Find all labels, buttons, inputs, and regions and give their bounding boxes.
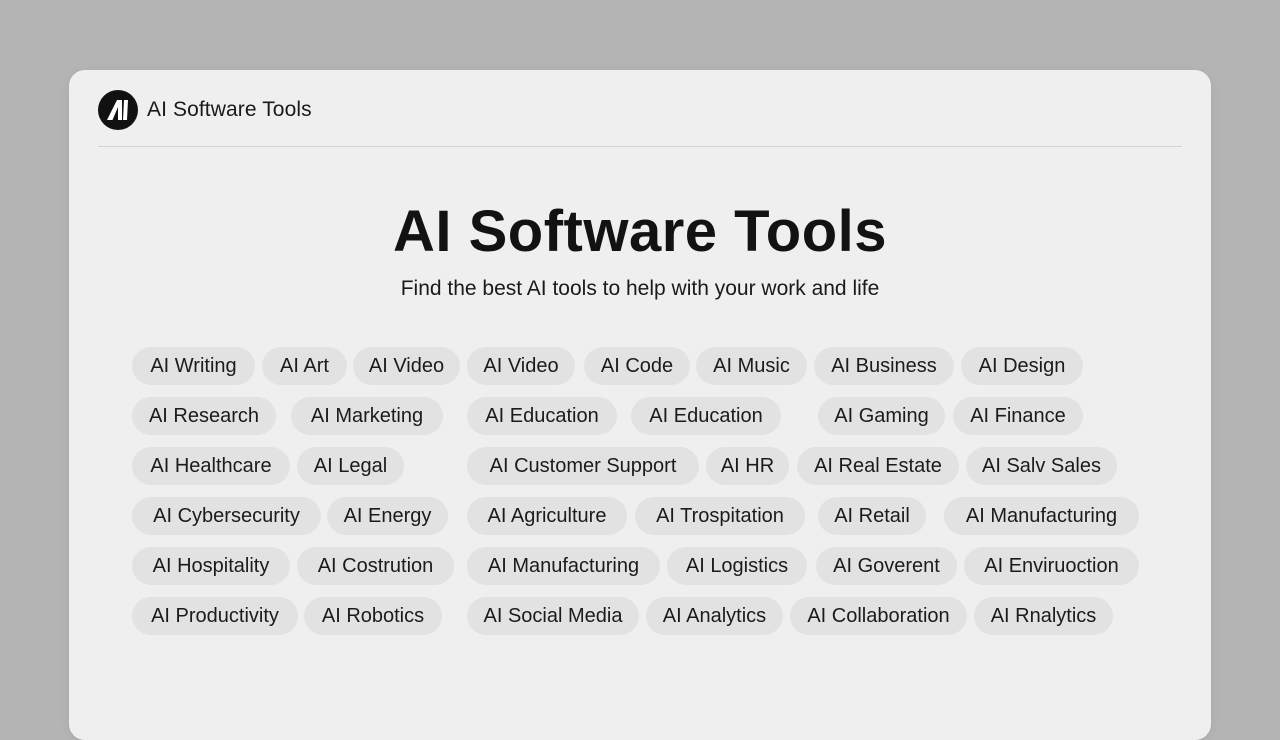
category-chip[interactable]: AI Education — [467, 397, 617, 435]
category-chip[interactable]: AI Manufacturing — [467, 547, 660, 585]
brand-name[interactable]: AI Software Tools — [147, 98, 312, 122]
category-chip[interactable]: AI Social Media — [467, 597, 639, 635]
category-chip[interactable]: AI Enviruoction — [964, 547, 1139, 585]
category-chip[interactable]: AI Goverent — [816, 547, 957, 585]
category-chip[interactable]: AI HR — [706, 447, 789, 485]
category-chip[interactable]: AI Music — [696, 347, 807, 385]
category-chip[interactable]: AI Energy — [327, 497, 448, 535]
category-chip[interactable]: AI Robotics — [304, 597, 442, 635]
ai-logo-icon[interactable] — [98, 90, 138, 130]
category-chip[interactable]: AI Logistics — [667, 547, 807, 585]
category-chip[interactable]: AI Code — [584, 347, 690, 385]
category-chip[interactable]: AI Video — [467, 347, 575, 385]
category-chip[interactable]: AI Writing — [132, 347, 255, 385]
top-bar: AI Software Tools — [98, 70, 1182, 147]
category-chip[interactable]: AI Gaming — [818, 397, 945, 435]
category-chip[interactable]: AI Productivity — [132, 597, 298, 635]
category-chip[interactable]: AI Finance — [953, 397, 1083, 435]
category-chip[interactable]: AI Cybersecurity — [132, 497, 321, 535]
page-title: AI Software Tools — [392, 199, 888, 264]
category-chip[interactable]: AI Analytics — [646, 597, 783, 635]
category-chip[interactable]: AI Rnalytics — [974, 597, 1113, 635]
category-chip[interactable]: AI Costrution — [297, 547, 454, 585]
category-chip[interactable]: AI Education — [631, 397, 781, 435]
category-chip[interactable]: AI Healthcare — [132, 447, 290, 485]
category-chip[interactable]: AI Hospitality — [132, 547, 290, 585]
main-window: AI Software Tools AI Software Tools Find… — [69, 70, 1211, 740]
page-subtitle: Find the best AI tools to help with your… — [400, 277, 880, 300]
category-chip[interactable]: AI Manufacturing — [944, 497, 1139, 535]
category-chip[interactable]: AI Research — [132, 397, 276, 435]
category-chip[interactable]: AI Customer Support — [467, 447, 699, 485]
category-chip[interactable]: AI Trospitation — [635, 497, 805, 535]
category-chip[interactable]: AI Retail — [818, 497, 926, 535]
category-chip[interactable]: AI Agriculture — [467, 497, 627, 535]
category-chip[interactable]: AI Video — [353, 347, 460, 385]
category-chip[interactable]: AI Real Estate — [797, 447, 959, 485]
category-chip[interactable]: AI Legal — [297, 447, 404, 485]
category-chip[interactable]: AI Design — [961, 347, 1083, 385]
category-chip[interactable]: AI Salv Sales — [966, 447, 1117, 485]
category-chip[interactable]: AI Collaboration — [790, 597, 967, 635]
category-chip[interactable]: AI Marketing — [291, 397, 443, 435]
category-chip[interactable]: AI Business — [814, 347, 954, 385]
category-chip[interactable]: AI Art — [262, 347, 347, 385]
